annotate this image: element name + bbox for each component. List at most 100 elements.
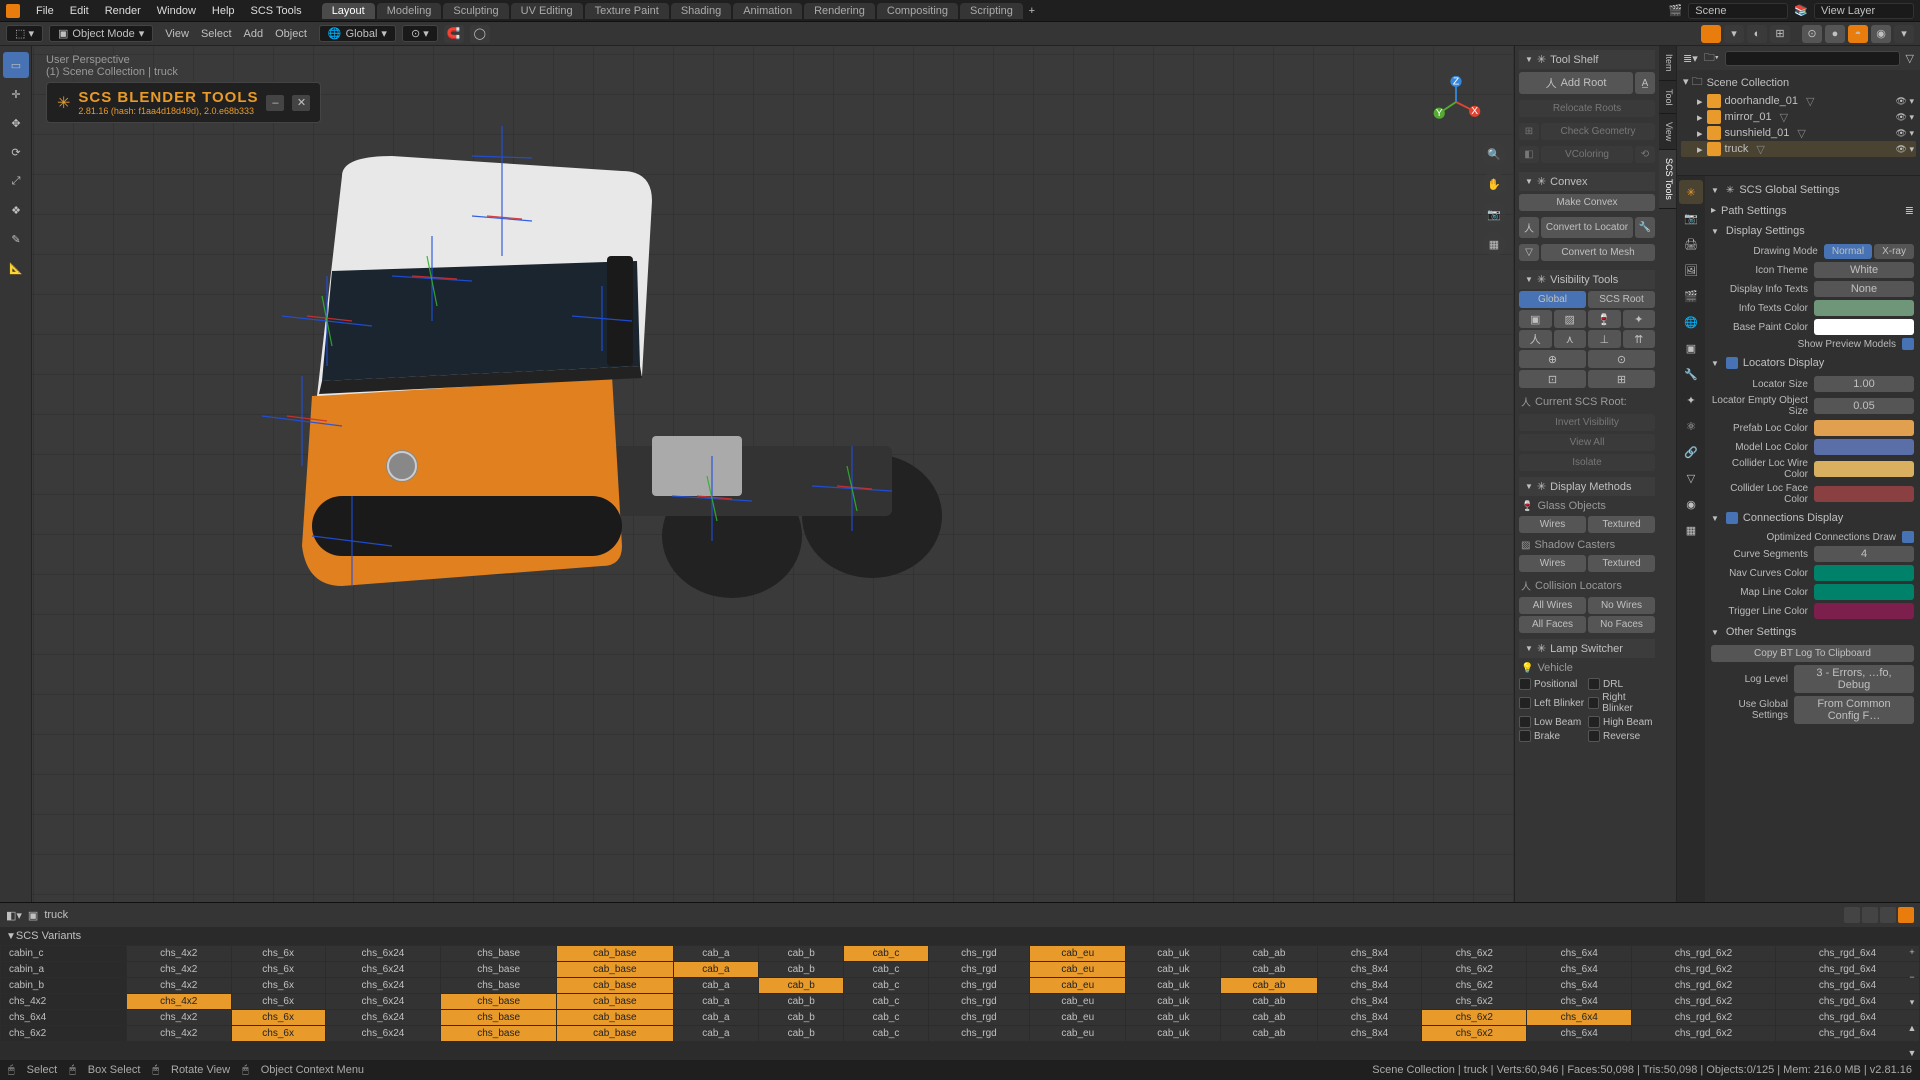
prop-tab-viewlayer[interactable]: 🖼 <box>1679 258 1703 282</box>
overlay-btn-1[interactable] <box>1701 25 1721 43</box>
variant-cell[interactable]: chs_rgd <box>929 962 1030 977</box>
vis-icon-11[interactable]: ⊡ <box>1519 370 1586 388</box>
variant-row-cabin_c[interactable]: cabin_c <box>1 946 126 961</box>
vcolor-icon[interactable]: ◧ <box>1519 146 1539 163</box>
check-geometry-button[interactable]: Check Geometry <box>1541 123 1655 140</box>
variant-cell[interactable]: chs_6x <box>232 978 325 993</box>
variant-cell[interactable]: chs_6x <box>232 946 325 961</box>
banner-close[interactable]: ✕ <box>292 95 310 111</box>
lamp-check-positional[interactable] <box>1519 678 1531 690</box>
disp-methods-header[interactable]: ✳ Display Methods <box>1519 477 1655 496</box>
draw-normal[interactable]: Normal <box>1824 244 1872 259</box>
variant-cell[interactable]: cab_base <box>557 1010 673 1025</box>
variant-cell[interactable]: cab_b <box>759 994 843 1009</box>
scene-field[interactable]: Scene <box>1688 3 1788 19</box>
outliner-item-mirror_01[interactable]: ▸mirror_01▽👁 ▾ <box>1681 109 1916 125</box>
variant-cell[interactable]: chs_rgd_6x2 <box>1632 994 1775 1009</box>
prop-tab-output[interactable]: 🖨 <box>1679 232 1703 256</box>
variant-cell[interactable]: chs_8x4 <box>1318 994 1422 1009</box>
variant-cell[interactable]: chs_6x <box>232 1026 325 1041</box>
workspace-tab-texture-paint[interactable]: Texture Paint <box>585 3 669 19</box>
variant-cell[interactable]: chs_base <box>441 962 556 977</box>
variant-cell[interactable]: cab_base <box>557 978 673 993</box>
perspective-icon[interactable]: ▦ <box>1482 232 1506 256</box>
workspace-tab-shading[interactable]: Shading <box>671 3 731 19</box>
prop-tab-material[interactable]: ◉ <box>1679 492 1703 516</box>
path-settings-header[interactable]: ▸ Path Settings≣ <box>1711 200 1914 221</box>
shading-material[interactable]: ◓ <box>1848 25 1868 43</box>
variant-cell[interactable]: chs_6x2 <box>1422 1026 1526 1041</box>
variant-cell[interactable]: cab_a <box>674 1026 758 1041</box>
variant-cell[interactable]: chs_6x4 <box>1527 994 1631 1009</box>
map-color[interactable] <box>1814 584 1914 600</box>
loc-display-header[interactable]: Locators Display <box>1711 353 1914 373</box>
vis-icon-2[interactable]: ▨ <box>1554 310 1587 328</box>
variant-cell[interactable]: chs_6x2 <box>1422 962 1526 977</box>
variant-cell[interactable]: chs_8x4 <box>1318 1026 1422 1041</box>
variant-cell[interactable]: chs_6x24 <box>326 946 441 961</box>
variant-cell[interactable]: cab_a <box>674 946 758 961</box>
outliner-search[interactable] <box>1725 51 1900 66</box>
variant-cell[interactable]: cab_ab <box>1221 962 1316 977</box>
variant-cell[interactable]: chs_rgd_6x4 <box>1776 994 1919 1009</box>
variant-cell[interactable]: chs_6x2 <box>1422 978 1526 993</box>
variant-cell[interactable]: chs_6x24 <box>326 994 441 1009</box>
variant-cell[interactable]: chs_6x24 <box>326 962 441 977</box>
variant-cell[interactable]: chs_rgd_6x2 <box>1632 1010 1775 1025</box>
variant-cell[interactable]: chs_8x4 <box>1318 962 1422 977</box>
add-workspace-icon[interactable]: + <box>1025 5 1039 17</box>
variant-row-cabin_a[interactable]: cabin_a <box>1 962 126 977</box>
coll-nofaces[interactable]: No Faces <box>1588 616 1655 633</box>
variant-cell[interactable]: chs_6x24 <box>326 1026 441 1041</box>
pan-icon[interactable]: ✋ <box>1482 172 1506 196</box>
variant-cell[interactable]: chs_rgd_6x2 <box>1632 1026 1775 1041</box>
variant-cell[interactable]: chs_rgd <box>929 978 1030 993</box>
shadow-wires[interactable]: Wires <box>1519 555 1586 572</box>
tab-tool[interactable]: Tool <box>1659 81 1676 115</box>
coll-nowires[interactable]: No Wires <box>1588 597 1655 614</box>
convert-locator-button[interactable]: Convert to Locator <box>1541 217 1633 238</box>
prop-tab-world[interactable]: 🌐 <box>1679 310 1703 334</box>
vis-icon-5[interactable]: 人 <box>1519 330 1552 348</box>
draw-xray[interactable]: X-ray <box>1874 244 1914 259</box>
variant-cell[interactable]: cab_c <box>844 1010 927 1025</box>
banner-minimize[interactable]: – <box>266 95 284 111</box>
shading-rendered[interactable]: ◉ <box>1871 25 1891 43</box>
conn-display-header[interactable]: Connections Display <box>1711 508 1914 528</box>
tool-shelf-header[interactable]: ✳ Tool Shelf <box>1519 50 1655 69</box>
transform-tool[interactable]: ❖ <box>3 197 29 223</box>
vis-icon-7[interactable]: ⊥ <box>1588 330 1621 348</box>
variant-cell[interactable]: chs_6x <box>232 1010 325 1025</box>
outliner-item-truck[interactable]: ▸truck▽👁 ▾ <box>1681 141 1916 157</box>
variant-cell[interactable]: chs_4x2 <box>127 946 231 961</box>
snap-toggle[interactable]: 🧲 <box>444 25 464 43</box>
prop-tab-constraints[interactable]: 🔗 <box>1679 440 1703 464</box>
prefab-color[interactable] <box>1814 420 1914 436</box>
prop-tab-scene[interactable]: 🎬 <box>1679 284 1703 308</box>
variant-cell[interactable]: cab_b <box>759 962 843 977</box>
outliner-filter-icon[interactable]: ▽ <box>1906 52 1914 65</box>
header-menu-select[interactable]: Select <box>195 28 238 40</box>
variant-cell[interactable]: chs_base <box>441 994 556 1009</box>
bottom-editor-select[interactable]: ◧▾ <box>6 909 22 922</box>
variant-cell[interactable]: chs_rgd_6x4 <box>1776 946 1919 961</box>
vis-icon-6[interactable]: ⋏ <box>1554 330 1587 348</box>
variant-row-chs_6x2[interactable]: chs_6x2 <box>1 1026 126 1041</box>
variant-cell[interactable]: chs_6x24 <box>326 1010 441 1025</box>
workspace-tab-modeling[interactable]: Modeling <box>377 3 442 19</box>
nav-color[interactable] <box>1814 565 1914 581</box>
lamp-check-right-blinker[interactable] <box>1588 697 1599 709</box>
variant-cell[interactable]: cab_ab <box>1221 1010 1316 1025</box>
variant-cell[interactable]: chs_rgd_6x4 <box>1776 1010 1919 1025</box>
tab-view[interactable]: View <box>1659 114 1676 150</box>
variants-add[interactable]: + <box>1906 947 1918 957</box>
overlay-btn-3[interactable]: ⊞ <box>1770 25 1790 43</box>
variant-cell[interactable]: chs_6x <box>232 962 325 977</box>
convert-mesh-button[interactable]: Convert to Mesh <box>1541 244 1655 261</box>
camera-icon[interactable]: 📷 <box>1482 202 1506 226</box>
variant-cell[interactable]: chs_6x4 <box>1527 978 1631 993</box>
menu-scs-tools[interactable]: SCS Tools <box>243 5 310 17</box>
variant-cell[interactable]: cab_eu <box>1030 946 1125 961</box>
variant-cell[interactable]: chs_6x24 <box>326 978 441 993</box>
lamp-check-left-blinker[interactable] <box>1519 697 1531 709</box>
